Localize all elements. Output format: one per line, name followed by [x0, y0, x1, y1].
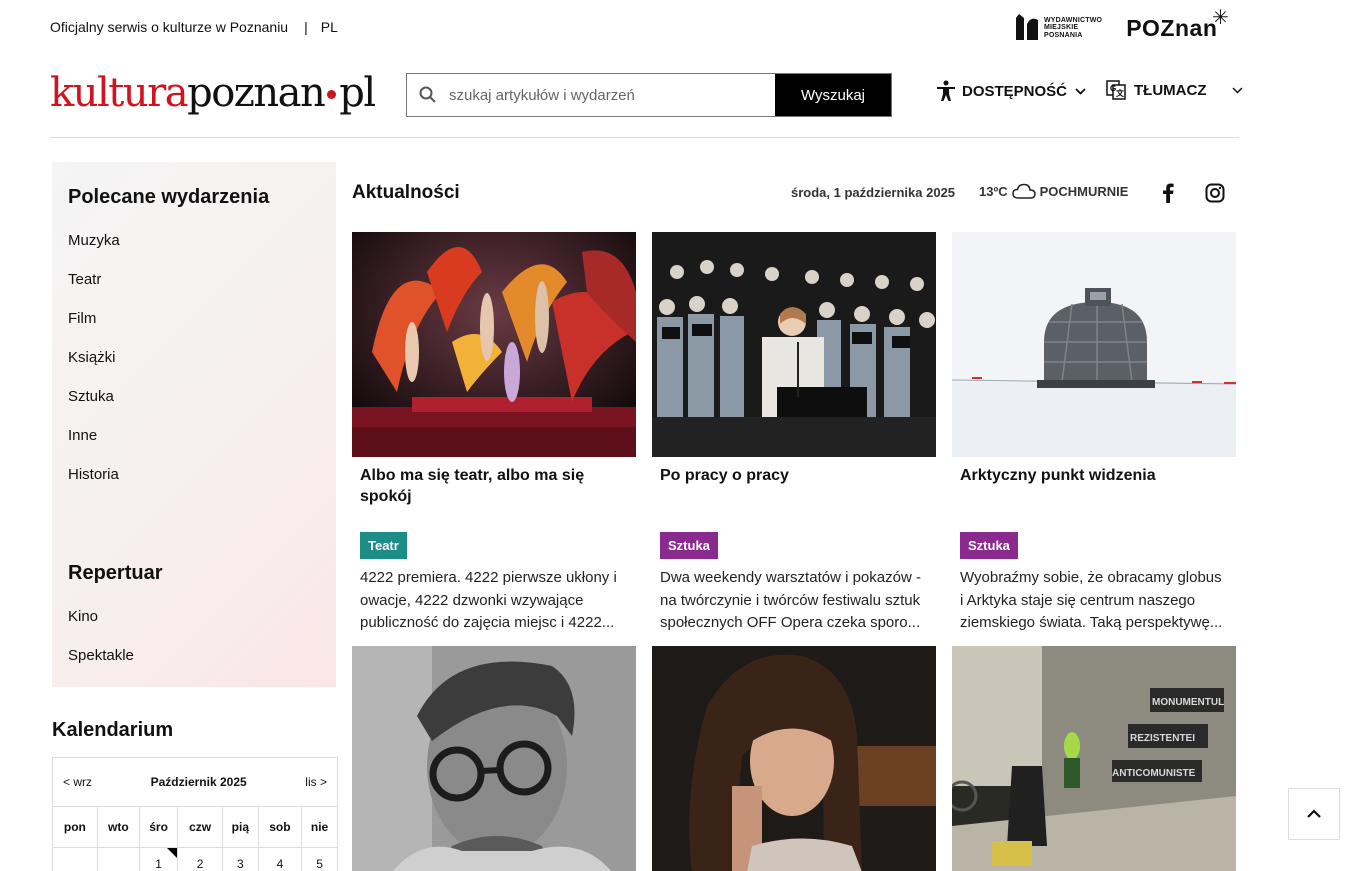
current-date: środa, 1 października 2025	[791, 185, 956, 200]
featured-events-list: Muzyka Teatr Film Książki Sztuka Inne Hi…	[68, 231, 320, 504]
news-card-title[interactable]: Po pracy o pracy	[652, 457, 936, 532]
sidebar-item-teatr[interactable]: Teatr	[68, 270, 320, 309]
news-heading: Aktualności	[352, 182, 460, 203]
news-image-arctic-dome[interactable]	[952, 232, 1236, 457]
sidebar-item-sztuka[interactable]: Sztuka	[68, 387, 320, 426]
weekday-header: śro	[138, 806, 179, 848]
instagram-icon[interactable]	[1205, 183, 1225, 203]
logo-dot	[327, 89, 337, 99]
sidebar-item-historia[interactable]: Historia	[68, 465, 320, 504]
sign-anticomuniste: ANTICOMUNISTE	[1112, 768, 1196, 779]
calendar-day-today[interactable]: 1	[138, 847, 179, 871]
site-logo[interactable]: kulturapoznan pl	[50, 68, 376, 118]
featured-events-heading: Polecane wydarzenia	[68, 186, 270, 208]
accessibility-menu[interactable]: DOSTĘPNOŚĆ	[936, 80, 1086, 102]
sidebar-item-film[interactable]: Film	[68, 309, 320, 348]
calendar: < wrz Październik 2025 lis > pon wto śro…	[52, 757, 338, 871]
scroll-to-top-button[interactable]	[1288, 788, 1340, 840]
news-card-excerpt: 4222 premiera. 4222 pierwsze ukłony i ow…	[360, 569, 617, 631]
poznan-logo[interactable]: POZnan ✳	[1126, 7, 1229, 42]
category-badge[interactable]: Sztuka	[660, 532, 718, 559]
language-switch[interactable]: PL	[321, 19, 338, 35]
chevron-down-icon	[1232, 86, 1244, 94]
calendar-prev-month[interactable]: < wrz	[63, 775, 92, 789]
calendar-day[interactable]: 2	[177, 847, 223, 871]
calendar-day-empty	[52, 847, 98, 871]
weekday-header: wto	[96, 806, 140, 848]
sign-rezistentei: REZISTENTEI	[1130, 733, 1195, 744]
calendar-day[interactable]: 5	[301, 847, 338, 871]
weekday-header: pią	[221, 806, 259, 848]
news-card-title[interactable]: Albo ma się teatr, albo ma się spokój	[352, 457, 636, 532]
news-image-portrait-man[interactable]	[352, 646, 636, 871]
calendar-day-empty	[96, 847, 140, 871]
calendar-day[interactable]: 4	[257, 847, 303, 871]
cloud-icon	[1011, 183, 1036, 199]
news-card[interactable]: Arktyczny punkt widzenia Sztuka Wyobraźm…	[952, 232, 1236, 635]
facebook-icon[interactable]	[1162, 183, 1174, 203]
publisher-logos: WYDAWNICTWO MIEJSKIE POSNANIA POZnan ✳	[1014, 7, 1229, 42]
sidebar: Polecane wydarzenia Muzyka Teatr Film Ks…	[52, 162, 336, 687]
temperature: 13ºC	[979, 183, 1008, 199]
svg-text:文: 文	[1116, 88, 1125, 98]
sidebar-item-inne[interactable]: Inne	[68, 426, 320, 465]
calendar-day[interactable]: 3	[221, 847, 259, 871]
search-input[interactable]	[449, 74, 775, 116]
news-card-excerpt: Wyobraźmy sobie, że obracamy globus i Ar…	[960, 569, 1223, 631]
news-card[interactable]: Albo ma się teatr, albo ma się spokój Te…	[352, 232, 636, 635]
news-card-excerpt: Dwa weekendy warsztatów i pokazów - na t…	[660, 569, 921, 631]
weather-widget: 13ºC POCHMURNIE	[979, 183, 1128, 199]
wm-logo-icon	[1016, 14, 1038, 40]
news-image-woman-portrait[interactable]	[652, 646, 936, 871]
search-bar: Wyszukaj	[406, 73, 892, 117]
star-icon: ✳	[1212, 6, 1230, 29]
news-card[interactable]: Po pracy o pracy Sztuka Dwa weekendy war…	[652, 232, 936, 635]
sign-monumentul: MONUMENTUL	[1152, 697, 1224, 708]
translate-icon: G 文	[1106, 80, 1126, 100]
service-description: Oficjalny serwis o kulturze w Poznaniu	[50, 19, 289, 35]
news-image-theatre-dancers[interactable]	[352, 232, 636, 457]
sidebar-item-kino[interactable]: Kino	[68, 607, 320, 646]
category-badge[interactable]: Teatr	[360, 532, 407, 559]
weekday-header: pon	[52, 806, 98, 848]
calendar-month: Październik 2025	[150, 775, 247, 789]
sidebar-item-ksiazki[interactable]: Książki	[68, 348, 320, 387]
chevron-down-icon	[1075, 87, 1086, 95]
search-button[interactable]: Wyszukaj	[775, 74, 891, 116]
news-card-title[interactable]: Arktyczny punkt widzenia	[952, 457, 1236, 532]
calendar-heading: Kalendarium	[52, 719, 174, 741]
repertoire-list: Kino Spektakle	[68, 607, 320, 685]
translate-menu[interactable]: G 文 TŁUMACZ	[1106, 80, 1244, 100]
chevron-up-icon	[1307, 809, 1321, 818]
top-bar: Oficjalny serwis o kulturze w Poznaniu |…	[50, 19, 338, 35]
separator: |	[304, 19, 308, 35]
repertoire-heading: Repertuar	[68, 562, 163, 584]
search-icon	[407, 74, 449, 116]
news-image-monument-night[interactable]: MONUMENTUL REZISTENTEI ANTICOMUNISTE	[952, 646, 1236, 871]
accessibility-icon	[937, 80, 955, 101]
news-image-choir[interactable]	[652, 232, 936, 457]
category-badge[interactable]: Sztuka	[960, 532, 1018, 559]
weekday-header: nie	[301, 806, 338, 848]
weekday-header: sob	[257, 806, 303, 848]
wm-logo[interactable]: WYDAWNICTWO MIEJSKIE POSNANIA	[1014, 14, 1102, 42]
sidebar-item-muzyka[interactable]: Muzyka	[68, 231, 320, 270]
header-divider	[50, 137, 1239, 138]
calendar-next-month[interactable]: lis >	[305, 775, 327, 789]
weekday-header: czw	[177, 806, 223, 848]
sidebar-item-spektakle[interactable]: Spektakle	[68, 646, 320, 685]
weather-condition: POCHMURNIE	[1039, 183, 1129, 199]
